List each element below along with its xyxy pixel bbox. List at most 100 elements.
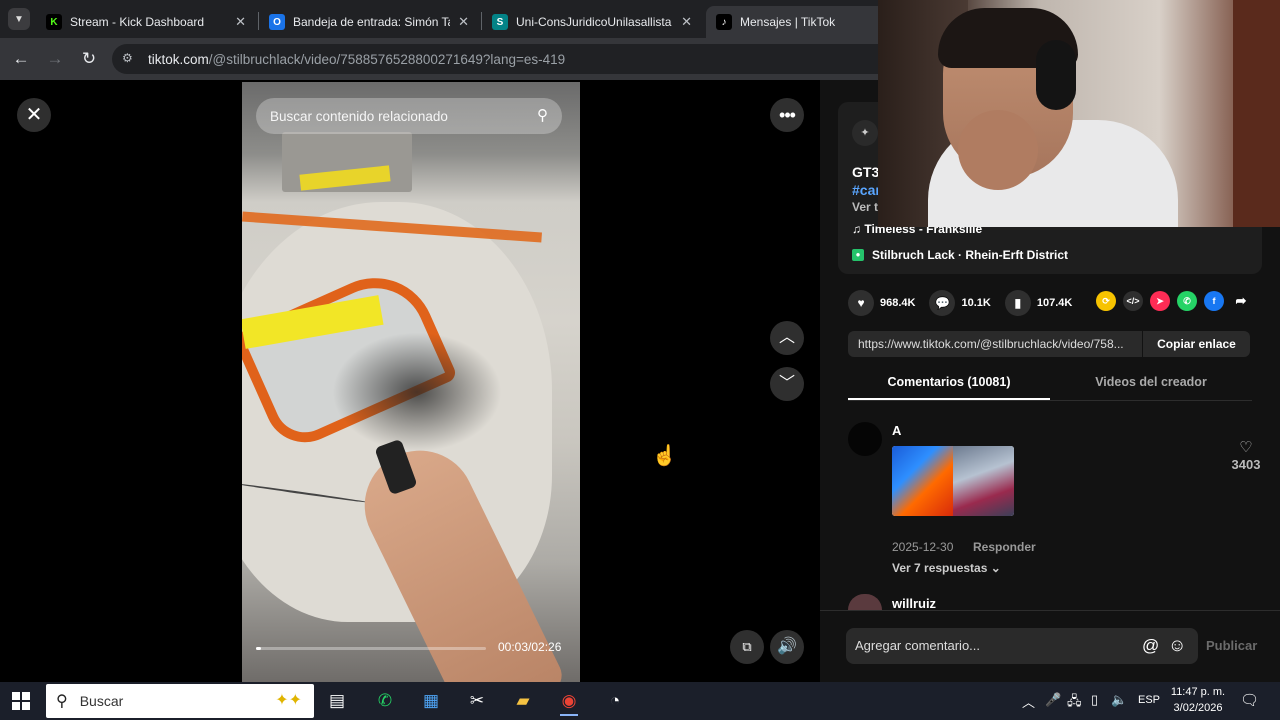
tiktok-icon: ♪ (716, 14, 732, 30)
close-tab-icon[interactable]: ✕ (235, 14, 246, 30)
taskbar-search-label: Buscar (79, 693, 124, 709)
close-tab-icon[interactable]: ✕ (458, 14, 469, 30)
creator-avatar[interactable]: ✦ (852, 120, 878, 146)
url-path: /@stilbruchlack/video/758857652880027164… (208, 51, 566, 67)
reload-icon[interactable]: ↻ (78, 48, 100, 70)
send-to-friends-icon[interactable]: ➤ (1150, 291, 1170, 311)
share-arrow-icon[interactable]: ➦ (1231, 291, 1251, 311)
webcam-headset (1036, 40, 1076, 110)
tab-comments[interactable]: Comentarios (10081) (848, 367, 1050, 400)
save-button[interactable]: ▮ 107.4K (1004, 290, 1073, 316)
facebook-icon[interactable]: f (1204, 291, 1224, 311)
video-time: 00:03/02:26 (498, 640, 562, 654)
save-count: 107.4K (1036, 297, 1073, 309)
details-tabs: Comentarios (10081) Videos del creador (848, 367, 1252, 401)
tab-label: Mensajes | TikTok (740, 15, 836, 29)
outlook-icon: O (269, 14, 285, 30)
url-host: tiktok.com (148, 51, 209, 67)
notifications-icon[interactable]: 🗨 (1240, 691, 1259, 709)
more-options-icon[interactable]: ••• (770, 98, 804, 132)
caption-see-more[interactable]: Ver t (852, 200, 878, 214)
tab-search-chevron-icon[interactable]: ▼ (8, 8, 30, 30)
system-clock[interactable]: 11:47 p. m. 3/02/2026 (1168, 684, 1228, 716)
microphone-icon[interactable]: 🎤 (1045, 692, 1061, 708)
sharepoint-icon: S (492, 14, 508, 30)
windows-taskbar: ⚲ Buscar ✦✦ ▤ ✆ ▦ ✂ ▰ ◉ ◔ ︿ 🎤 🖧 ▯ 🔈 ESP … (0, 682, 1280, 720)
file-explorer-icon[interactable]: ▰ (508, 686, 538, 716)
comment-username[interactable]: willruiz (892, 596, 936, 611)
car-image (953, 446, 1014, 516)
capcut-icon[interactable]: ✂ (462, 686, 492, 716)
speaker-icon[interactable]: 🔈 (1111, 692, 1127, 708)
embed-code-icon[interactable]: </> (1123, 291, 1143, 311)
location-link[interactable]: ● Stilbruch Lack · Rhein-Erft District (852, 248, 1068, 262)
tab-label: Bandeja de entrada: Simón Tab (293, 15, 451, 29)
previous-video-chevron-up-icon[interactable]: ︿ (770, 321, 804, 355)
search-highlight-icon: ✦✦ (275, 692, 302, 709)
chrome-icon[interactable]: ◉ (554, 686, 584, 716)
obs-recording-icon[interactable]: ◔ (600, 686, 630, 716)
mention-at-icon[interactable]: @ (1142, 636, 1159, 656)
comment-button[interactable]: 💬 10.1K (929, 290, 991, 316)
video-link-field[interactable]: https://www.tiktok.com/@stilbruchlack/vi… (848, 337, 1142, 351)
back-arrow-icon[interactable]: ← (10, 48, 32, 70)
copy-link-box: https://www.tiktok.com/@stilbruchlack/vi… (848, 331, 1250, 357)
avatar[interactable] (848, 422, 882, 456)
location-label: Stilbruch Lack · Rhein-Erft District (872, 248, 1069, 262)
taskbar-search-box[interactable]: ⚲ Buscar ✦✦ (46, 684, 314, 718)
tab-label: Uni-ConsJuridicoUnilasallista - C (516, 15, 673, 29)
avatar[interactable] (848, 594, 882, 610)
view-replies-button[interactable]: Ver 7 respuestas ⌄ (892, 561, 1001, 575)
tab-sharepoint[interactable]: S Uni-ConsJuridicoUnilasallista - C ✕ (482, 6, 702, 38)
video-frame-paint (332, 332, 502, 452)
video-progress-bar[interactable] (256, 647, 486, 650)
comment-image-attachment[interactable] (892, 446, 1014, 516)
close-tab-icon[interactable]: ✕ (681, 14, 692, 30)
whatsapp-icon[interactable]: ✆ (1177, 291, 1197, 311)
forward-arrow-icon[interactable]: → (44, 48, 66, 70)
engagement-stats: ♥ 968.4K 💬 10.1K ▮ 107.4K (848, 290, 1086, 316)
caption-hashtag[interactable]: #car (852, 182, 881, 198)
repost-icon[interactable]: ⟳ (1096, 291, 1116, 311)
caption-title: GT3 (852, 164, 880, 180)
volume-icon[interactable]: 🔊 (770, 630, 804, 664)
language-indicator[interactable]: ESP (1138, 694, 1160, 706)
windows-start-icon[interactable] (12, 692, 30, 710)
webcam-overlay (878, 0, 1280, 227)
task-view-icon[interactable]: ▤ (322, 686, 352, 716)
like-count: 968.4K (880, 297, 916, 309)
comment-bubble-icon: 💬 (929, 290, 956, 316)
search-icon[interactable]: ⚲ (537, 106, 548, 124)
like-button[interactable]: ♥ 968.4K (848, 290, 915, 316)
comment-username[interactable]: A (892, 423, 901, 438)
comment-composer: Agregar comentario... @ ☺ Publicar (820, 610, 1280, 682)
store-icon[interactable]: ▦ (416, 686, 446, 716)
tray-chevron-up-icon[interactable]: ︿ (1022, 692, 1035, 711)
tab-creator-videos[interactable]: Videos del creador (1050, 367, 1252, 400)
clock-date: 3/02/2026 (1173, 702, 1223, 714)
related-search-input[interactable]: Buscar contenido relacionado ⚲ (256, 98, 562, 134)
location-pin-icon: ● (852, 249, 864, 261)
floating-player-icon[interactable]: ⧉ (730, 630, 764, 664)
next-video-chevron-down-icon[interactable]: ﹀ (770, 367, 804, 401)
tab-outlook-inbox[interactable]: O Bandeja de entrada: Simón Tab ✕ (259, 6, 479, 38)
network-icon[interactable]: 🖧 (1067, 692, 1082, 714)
reply-button[interactable]: Responder (973, 540, 1036, 554)
copy-link-button[interactable]: Copiar enlace (1142, 331, 1250, 357)
comment-count: 10.1K (961, 297, 991, 309)
tab-tiktok-messages[interactable]: ♪ Mensajes | TikTok (706, 6, 886, 38)
video-player[interactable] (242, 82, 580, 682)
mouse-pointer-icon: ☝ (652, 445, 677, 467)
battery-icon[interactable]: ▯ (1091, 692, 1098, 708)
whatsapp-icon[interactable]: ✆ (370, 686, 400, 716)
emoji-icon[interactable]: ☺ (1168, 635, 1186, 656)
post-button[interactable]: Publicar (1206, 638, 1257, 653)
video-progress-fill (256, 647, 261, 650)
bookmark-icon: ▮ (1004, 290, 1031, 316)
webcam-background-cabinet (1233, 0, 1280, 227)
comment-like-button[interactable]: ♡ 3403 (1226, 438, 1266, 474)
tab-kick-dashboard[interactable]: K Stream - Kick Dashboard ✕ (36, 6, 256, 38)
close-video-button[interactable]: ✕ (17, 98, 51, 132)
site-info-icon[interactable]: ⚙ (122, 51, 138, 67)
heart-icon: ♥ (848, 290, 874, 316)
